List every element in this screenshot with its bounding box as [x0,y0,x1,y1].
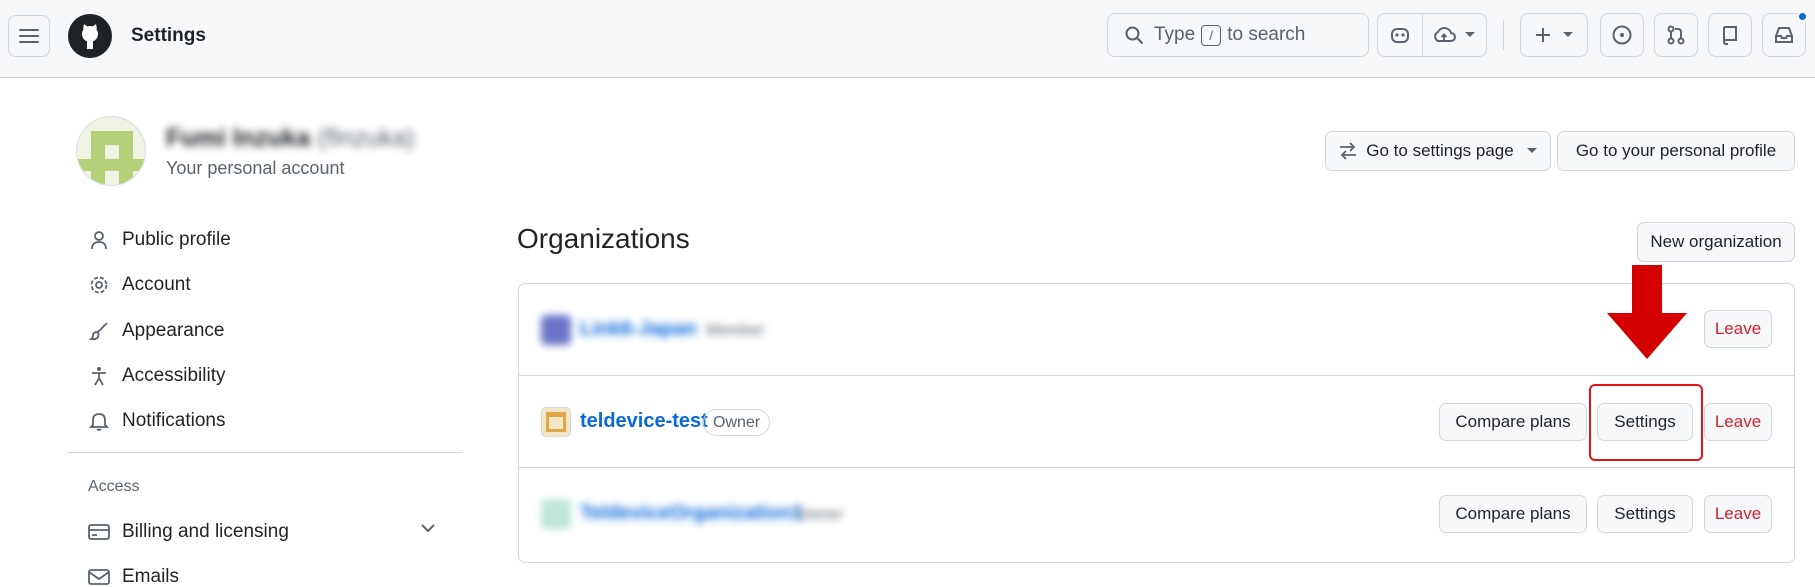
chevron-down-icon [1526,148,1537,153]
sidebar-item-label: Appearance [122,320,225,341]
issue-icon [1612,25,1632,45]
sidebar-item-label: Emails [122,566,180,587]
org-avatar [541,315,571,345]
profile-name[interactable]: Fumi Inzuka (fInzuka) [166,124,415,153]
org-name-link[interactable]: TeldeviceOrganization1 [580,502,803,525]
leave-button[interactable]: Leave [1704,403,1772,441]
sidebar-item-label: Public profile [122,229,231,250]
pull-requests-button[interactable] [1654,13,1698,57]
org-role-badge: Member [706,321,765,339]
sidebar-item-notifications[interactable]: Notifications [88,404,226,438]
org-role-badge: Owner [796,505,844,523]
avatar[interactable] [76,116,146,186]
pull-request-icon [1667,25,1685,45]
annotation-arrow-down-icon [1607,265,1687,359]
inbox-icon [1775,27,1793,43]
issues-button[interactable] [1600,13,1644,57]
org-name-link[interactable]: teldevice-test [580,410,708,433]
mail-icon [88,566,110,587]
search-suffix: to search [1227,24,1306,45]
go-to-settings-label: Go to settings page [1366,141,1514,160]
chevron-down-icon [1563,32,1573,37]
sidebar-item-billing[interactable]: Billing and licensing [88,515,289,549]
compare-plans-button[interactable]: Compare plans [1439,403,1587,441]
org-avatar [541,407,571,437]
chevron-down-icon[interactable] [420,520,436,538]
top-header: Settings Type / to search [0,0,1815,78]
search-icon [1125,26,1143,44]
arrow-switch-icon [1340,142,1357,160]
menu-button[interactable] [8,15,50,57]
sidebar-item-appearance[interactable]: Appearance [88,314,224,348]
sidebar-item-label: Billing and licensing [122,521,289,542]
repo-icon [1722,26,1737,45]
page-title: Settings [131,25,206,46]
leave-button[interactable]: Leave [1704,495,1772,533]
copilot-icon[interactable] [1389,24,1411,51]
annotation-highlight-box [1589,384,1703,461]
repositories-button[interactable] [1708,13,1752,57]
plus-icon [1536,28,1550,42]
org-name-link[interactable]: Link6-Japan [580,318,697,341]
org-avatar [541,499,571,529]
accessibility-icon [88,365,110,387]
list-item: TeldeviceOrganization1 Owner Compare pla… [519,468,1794,560]
sidebar-item-label: Account [122,274,191,295]
credit-card-icon [88,521,110,543]
cloud-dropdown-icon[interactable] [1432,25,1476,45]
sidebar-section-heading: Access [88,478,140,495]
org-role-badge: Owner [703,409,771,436]
search-prefix: Type [1154,24,1196,45]
sidebar-item-account[interactable]: Account [88,268,191,302]
sidebar-item-accessibility[interactable]: Accessibility [88,359,225,393]
sidebar-item-emails[interactable]: Emails [88,560,179,587]
sidebar-item-label: Accessibility [122,365,226,386]
profile-subtitle: Your personal account [166,158,345,178]
profile-display-name: Fumi Inzuka [166,124,311,152]
sidebar-item-public-profile[interactable]: Public profile [88,223,231,257]
inbox-button[interactable] [1762,11,1808,57]
person-icon [88,229,110,251]
organizations-heading: Organizations [517,223,690,254]
paintbrush-icon [88,320,110,342]
notification-dot [1797,11,1808,22]
leave-button[interactable]: Leave [1704,310,1772,348]
hamburger-icon [19,29,39,43]
search-shortcut-key: / [1201,24,1222,46]
copilot-button-group [1377,13,1487,57]
profile-handle: (fInzuka) [317,124,415,152]
settings-button[interactable]: Settings [1597,495,1693,533]
search-input[interactable]: Type / to search [1107,13,1369,57]
sidebar-item-label: Notifications [122,410,226,431]
new-organization-button[interactable]: New organization [1637,222,1795,262]
create-new-button[interactable] [1520,13,1588,57]
go-to-personal-profile-button[interactable]: Go to your personal profile [1557,131,1795,171]
list-item: Link6-Japan Member Leave [519,284,1794,376]
go-to-settings-dropdown[interactable]: Go to settings page [1325,131,1551,171]
github-logo-icon[interactable] [68,14,112,58]
gear-icon [88,274,110,296]
sidebar-divider [67,452,462,453]
bell-icon [88,410,110,432]
compare-plans-button[interactable]: Compare plans [1439,495,1587,533]
